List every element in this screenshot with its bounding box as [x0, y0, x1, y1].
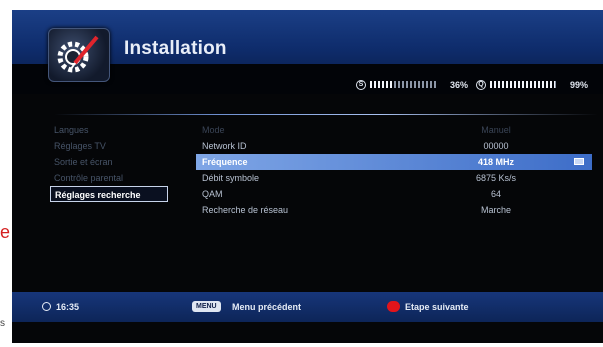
- row-label: Fréquence: [202, 157, 248, 167]
- divider: [54, 114, 598, 115]
- settings-row-network-id[interactable]: Network ID 00000: [196, 138, 592, 154]
- sidebar-item-sortie-ecran[interactable]: Sortie et écran: [50, 154, 200, 170]
- signal-strength-percent: 36%: [450, 80, 469, 90]
- installation-logo-icon: [48, 28, 110, 82]
- menu-previous-label: Menu précédent: [232, 302, 302, 312]
- footer-bar: 16:35 MENU Menu précédent Etape suivante: [12, 292, 603, 322]
- header-bar: Installation S 36% Q 99%: [12, 10, 603, 94]
- signal-indicator: S 36% Q 99%: [356, 80, 596, 92]
- row-label: Débit symbole: [202, 173, 260, 183]
- settings-row-recherche-reseau[interactable]: Recherche de réseau Marche: [196, 202, 592, 218]
- edge-text-red: e: [0, 222, 11, 242]
- settings-row-mode[interactable]: Mode Manuel: [196, 122, 592, 138]
- edge-text-bottom: s: [0, 318, 5, 329]
- red-button-icon[interactable]: [387, 301, 400, 312]
- page-title: Installation: [124, 38, 227, 59]
- settings-row-qam[interactable]: QAM 64: [196, 186, 592, 202]
- row-value: 64: [490, 189, 501, 199]
- row-value: 6875 Ks/s: [475, 173, 517, 183]
- sidebar-menu: Langues Réglages TV Sortie et écran Cont…: [50, 122, 200, 202]
- signal-strength-fill: [370, 81, 394, 88]
- row-value: 00000: [483, 141, 509, 151]
- signal-quality-percent: 99%: [570, 80, 589, 90]
- settings-row-debit-symbole[interactable]: Débit symbole 6875 Ks/s: [196, 170, 592, 186]
- row-value: 418 MHz: [477, 157, 514, 167]
- sidebar-item-controle-parental[interactable]: Contrôle parental: [50, 170, 200, 186]
- edit-icon[interactable]: [574, 158, 584, 165]
- signal-quality-fill: [490, 81, 556, 88]
- signal-quality-bar: [490, 81, 556, 88]
- signal-strength-bar: [370, 81, 436, 88]
- row-label: Recherche de réseau: [202, 205, 289, 215]
- signal-quality-icon: Q: [476, 80, 486, 90]
- sidebar-item-langues[interactable]: Langues: [50, 122, 200, 138]
- row-value: Manuel: [481, 125, 511, 135]
- next-step-label: Etape suivante: [405, 302, 469, 312]
- row-value: Marche: [480, 205, 511, 215]
- row-label: QAM: [202, 189, 223, 199]
- row-label: Mode: [202, 125, 225, 135]
- sidebar-item-reglages-tv[interactable]: Réglages TV: [50, 138, 200, 154]
- clock-time: 16:35: [56, 302, 80, 312]
- sidebar-item-reglages-recherche[interactable]: Réglages recherche: [50, 186, 168, 202]
- signal-strength-icon: S: [356, 80, 366, 90]
- settings-row-frequence[interactable]: Fréquence 418 MHz: [196, 154, 592, 170]
- menu-key-icon[interactable]: MENU: [192, 301, 221, 312]
- tv-screen: Installation S 36% Q 99% Langues Réglage…: [12, 10, 603, 343]
- clock-icon: [42, 302, 51, 311]
- settings-table: Mode Manuel Network ID 00000 Fréquence 4…: [196, 122, 592, 218]
- row-label: Network ID: [202, 141, 247, 151]
